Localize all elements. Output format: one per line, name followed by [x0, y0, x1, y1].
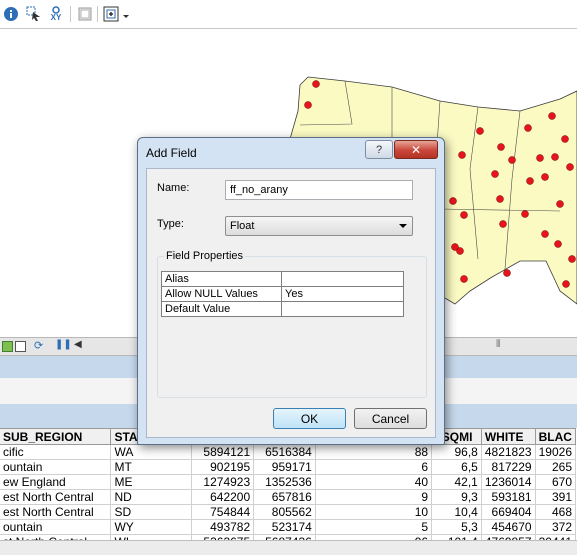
table-cell: 468 [534, 504, 577, 520]
select-features-icon[interactable] [25, 5, 43, 23]
cancel-button[interactable]: Cancel [354, 408, 427, 429]
table-row[interactable]: cific WA 5894121 6516384 88 96,8 4821823… [0, 444, 577, 460]
table-cell: 902195 [190, 459, 255, 475]
table-cell: 523174 [253, 519, 316, 535]
table-cell: 5 [314, 519, 433, 535]
table-cell: 42,1 [431, 474, 482, 490]
table-cell: ND [110, 489, 192, 505]
table-cell: 657816 [253, 489, 316, 505]
table-cell: WY [110, 519, 192, 535]
property-value[interactable] [281, 301, 404, 317]
grid-icon[interactable] [15, 341, 26, 352]
table-cell: 10 [314, 504, 433, 520]
field-type-value: Float [230, 220, 255, 232]
info-icon[interactable] [2, 5, 20, 23]
table-view-icon[interactable] [2, 341, 13, 352]
table-horizontal-scrollbar[interactable] [0, 540, 577, 555]
zoom-to-selected-icon[interactable] [102, 5, 120, 23]
chevron-down-icon [399, 224, 407, 228]
add-field-dialog: Add Field ? ✕ Name: Type: Float Field Pr… [137, 137, 445, 445]
dropdown-icon[interactable] [121, 5, 131, 23]
attribute-table[interactable]: SUB_REGION STA _SQMI WHITE BLAC cific WA… [0, 428, 577, 550]
table-cell: est North Central [0, 489, 112, 505]
table-cell: 642200 [190, 489, 255, 505]
go-to-xy-icon[interactable]: XY [47, 5, 65, 23]
ok-button[interactable]: OK [273, 408, 346, 429]
field-properties-grid: Alias Allow NULL Values Yes Default Valu… [161, 271, 404, 317]
property-row[interactable]: Default Value [161, 301, 404, 317]
table-row[interactable]: ountain MT 902195 959171 6 6,5 817229 26… [0, 459, 577, 475]
table-cell: 817229 [480, 459, 536, 475]
table-cell: 454670 [480, 519, 536, 535]
table-cell: 19026 [534, 444, 577, 460]
table-cell: 493782 [190, 519, 255, 535]
table-cell: 391 [534, 489, 577, 505]
name-label: Name: [157, 182, 190, 194]
table-cell: 1236014 [480, 474, 536, 490]
table-cell: 5,3 [431, 519, 482, 535]
dialog-title: Add Field [146, 146, 197, 160]
table-cell: ountain [0, 459, 112, 475]
table-cell: 6,5 [431, 459, 482, 475]
table-cell: 669404 [480, 504, 536, 520]
table-cell: ountain [0, 519, 112, 535]
main-toolbar: XY [0, 0, 577, 29]
table-cell: 96,8 [431, 444, 482, 460]
property-name: Alias [161, 271, 282, 287]
table-cell: ew England [0, 474, 112, 490]
table-cell: 670 [534, 474, 577, 490]
property-name: Default Value [161, 301, 282, 317]
toolbar-separator [70, 6, 71, 22]
table-cell: 6516384 [253, 444, 316, 460]
table-row[interactable]: est North Central SD 754844 805562 10 10… [0, 504, 577, 520]
table-cell: MT [110, 459, 192, 475]
table-cell: ME [110, 474, 192, 490]
toolbar-separator [97, 6, 98, 22]
pause-icon[interactable]: ❚❚ [55, 339, 72, 350]
table-cell: 9 [314, 489, 433, 505]
refresh-icon[interactable]: ⟳ [34, 339, 43, 352]
table-cell: 9,3 [431, 489, 482, 505]
column-header[interactable]: WHITE [480, 428, 536, 445]
table-cell: est North Central [0, 504, 112, 520]
field-type-select[interactable]: Float [225, 216, 413, 236]
table-cell: 593181 [480, 489, 536, 505]
table-cell: 4821823 [480, 444, 536, 460]
property-row[interactable]: Allow NULL Values Yes [161, 286, 404, 302]
field-properties-label: Field Properties [164, 250, 246, 262]
table-row[interactable]: ew England ME 1274923 1352536 40 42,1 12… [0, 474, 577, 490]
close-button[interactable]: ✕ [394, 140, 438, 159]
table-cell: 6 [314, 459, 433, 475]
table-cell: 10,4 [431, 504, 482, 520]
table-cell: 88 [314, 444, 433, 460]
type-label: Type: [157, 218, 184, 230]
help-button[interactable]: ? [365, 140, 393, 159]
table-cell: 5894121 [190, 444, 255, 460]
column-header[interactable]: SUB_REGION [0, 428, 112, 445]
table-cell: 805562 [253, 504, 316, 520]
field-name-input[interactable] [225, 180, 413, 200]
go-to-xy-label: XY [50, 13, 62, 22]
scroll-left-icon[interactable]: ◀ [74, 339, 82, 350]
dialog-body: Name: Type: Float Field Properties Alias… [146, 168, 436, 438]
property-value[interactable] [281, 271, 404, 287]
table-cell: SD [110, 504, 192, 520]
table-cell: 754844 [190, 504, 255, 520]
column-header[interactable]: BLAC [534, 428, 577, 445]
table-cell: 265 [534, 459, 577, 475]
splitter-icon[interactable]: ⦀ [496, 339, 501, 350]
table-row[interactable]: est North Central ND 642200 657816 9 9,3… [0, 489, 577, 505]
table-cell: 40 [314, 474, 433, 490]
table-row[interactable]: ountain WY 493782 523174 5 5,3 454670 37… [0, 519, 577, 535]
table-cell: cific [0, 444, 112, 460]
table-cell: 1274923 [190, 474, 255, 490]
find-icon[interactable] [76, 5, 94, 23]
table-cell: 1352536 [253, 474, 316, 490]
property-name: Allow NULL Values [161, 286, 282, 302]
property-value[interactable]: Yes [281, 286, 404, 302]
table-cell: 372 [534, 519, 577, 535]
property-row[interactable]: Alias [161, 271, 404, 287]
table-cell: WA [110, 444, 192, 460]
table-cell: 959171 [253, 459, 316, 475]
